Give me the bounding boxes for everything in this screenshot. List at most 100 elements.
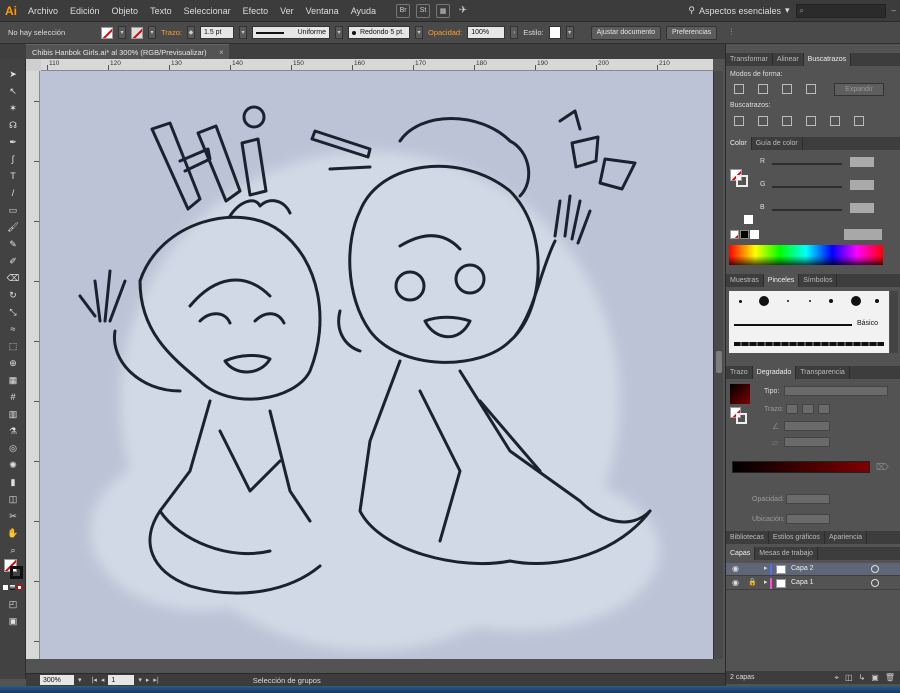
stroke-profile-dropdown-icon[interactable]: ▾ xyxy=(334,26,343,39)
tab-pathfinder[interactable]: Buscatrazos xyxy=(803,53,852,66)
pen-tool-icon[interactable]: ✒ xyxy=(4,135,22,149)
bridge-button[interactable]: Br xyxy=(396,3,411,18)
expand-button[interactable]: Expandir xyxy=(834,83,884,96)
mesh-tool-icon[interactable]: # xyxy=(4,390,22,404)
style-dropdown-icon[interactable]: ▾ xyxy=(565,26,574,39)
search-input[interactable]: ⌕ xyxy=(795,3,886,18)
channel-r-slider[interactable] xyxy=(772,163,842,165)
close-icon[interactable]: × xyxy=(219,45,224,60)
menu-edicion[interactable]: Edición xyxy=(64,0,106,22)
direct-selection-tool-icon[interactable]: ↖ xyxy=(4,84,22,98)
gradient-stroke-btn-2[interactable] xyxy=(802,404,814,414)
lock-icon[interactable]: 🔒 xyxy=(748,578,757,586)
vertical-scroll-thumb[interactable] xyxy=(716,351,722,373)
brush-basic-line[interactable] xyxy=(734,324,852,326)
eraser-tool-icon[interactable]: ⌫ xyxy=(4,271,22,285)
gradient-stroke-swatch[interactable] xyxy=(736,413,747,424)
stroke-swatch[interactable] xyxy=(131,26,143,39)
curvature-tool-icon[interactable]: ∫ xyxy=(4,152,22,166)
line-tool-icon[interactable]: / xyxy=(4,186,22,200)
zoom-tool-icon[interactable]: ⌕ xyxy=(4,543,22,557)
white-swatch[interactable] xyxy=(744,215,753,224)
tab-color-guide[interactable]: Guía de color xyxy=(752,137,803,150)
divide-icon[interactable] xyxy=(734,116,744,126)
column-graph-tool-icon[interactable]: ▮ xyxy=(4,475,22,489)
gradient-stroke-btn-3[interactable] xyxy=(818,404,830,414)
opacity-field[interactable]: 100% xyxy=(467,26,506,39)
opacity-label[interactable]: Opacidad: xyxy=(428,28,462,37)
stroke-swatch-large[interactable] xyxy=(10,566,23,579)
gradient-mode-icon[interactable] xyxy=(10,585,15,590)
last-artboard-icon[interactable]: ▸| xyxy=(153,676,158,684)
tab-gradient[interactable]: Degradado xyxy=(752,366,797,379)
channel-b-field[interactable] xyxy=(850,203,874,213)
stock-button[interactable]: St xyxy=(416,3,431,18)
hand-tool-icon[interactable]: ✋ xyxy=(4,526,22,540)
pencil-tool-icon[interactable]: ✎ xyxy=(4,237,22,251)
arrange-documents-icon[interactable]: ▦ xyxy=(436,3,451,18)
delete-stop-icon[interactable]: ⌦ xyxy=(876,462,889,473)
width-tool-icon[interactable]: ≈ xyxy=(4,322,22,336)
stroke-weight-field[interactable]: 1.5 pt xyxy=(199,26,234,39)
color-stroke-swatch[interactable] xyxy=(736,175,748,187)
tab-layers[interactable]: Capas xyxy=(726,547,756,560)
gradient-slider-bar[interactable] xyxy=(732,461,870,473)
hex-field[interactable] xyxy=(844,229,882,240)
channel-b-slider[interactable] xyxy=(772,209,842,211)
crop-icon[interactable] xyxy=(806,116,816,126)
none-mode-icon[interactable] xyxy=(17,585,22,590)
gradient-type-select[interactable] xyxy=(784,386,888,396)
channel-g-field[interactable] xyxy=(850,180,874,190)
outline-icon[interactable] xyxy=(830,116,840,126)
channel-g-slider[interactable] xyxy=(772,186,842,188)
black-swatch[interactable] xyxy=(740,230,749,239)
layer-name[interactable]: Capa 2 xyxy=(791,565,814,572)
menu-ver[interactable]: Ver xyxy=(274,0,300,22)
menu-texto[interactable]: Texto xyxy=(144,0,178,22)
color-spectrum[interactable] xyxy=(729,245,883,265)
gradient-stroke-btn-1[interactable] xyxy=(786,404,798,414)
screen-mode-icon[interactable]: ▣ xyxy=(4,614,22,628)
workspace-select[interactable]: ⚲ Aspectos esenciales ▾ xyxy=(688,5,789,16)
unite-icon[interactable] xyxy=(734,84,744,94)
zoom-dropdown-icon[interactable]: ▾ xyxy=(78,676,82,684)
eye-icon[interactable]: ◉ xyxy=(732,578,739,587)
tab-artboards[interactable]: Mesas de trabajo xyxy=(755,547,818,560)
disclosure-triangle-icon[interactable]: ▸ xyxy=(764,564,768,572)
opacity-dropdown-icon[interactable]: › xyxy=(510,26,519,39)
brush-dot-5[interactable] xyxy=(829,299,833,303)
clipping-mask-icon[interactable]: ◫ xyxy=(845,673,853,682)
type-tool-icon[interactable]: T xyxy=(4,169,22,183)
stroke-profile-select[interactable]: Uniforme xyxy=(251,26,330,39)
fill-dropdown-icon[interactable]: ▾ xyxy=(118,26,126,39)
tab-libraries[interactable]: Bibliotecas xyxy=(726,531,769,544)
stroke-label[interactable]: Trazo: xyxy=(161,28,182,37)
layer-name[interactable]: Capa 1 xyxy=(791,579,814,586)
tab-brushes[interactable]: Pinceles xyxy=(763,274,800,287)
layer-row-capa-1[interactable]: ◉ 🔒 ▸ Capa 1 xyxy=(726,577,900,590)
locate-object-icon[interactable]: ⌖ xyxy=(835,673,840,683)
slice-tool-icon[interactable]: ✂ xyxy=(4,509,22,523)
new-layer-icon[interactable]: ▣ xyxy=(871,673,879,682)
stroke-dropdown-icon[interactable]: ▾ xyxy=(148,26,156,39)
none-swatch[interactable] xyxy=(730,230,739,239)
layer-target-icon[interactable] xyxy=(871,579,879,587)
rectangle-tool-icon[interactable]: ▭ xyxy=(4,203,22,217)
menu-seleccionar[interactable]: Seleccionar xyxy=(178,0,237,22)
canvas[interactable] xyxy=(40,71,713,659)
stroke-stepper[interactable]: ◆ xyxy=(186,26,195,39)
brush-dot-7[interactable] xyxy=(875,299,879,303)
status-text[interactable]: Selección de grupos xyxy=(253,676,321,685)
disclosure-triangle-icon[interactable]: ▸ xyxy=(764,578,768,586)
minus-back-icon[interactable] xyxy=(854,116,864,126)
preferences-button[interactable]: Preferencias xyxy=(666,25,718,40)
artboard-number-field[interactable]: 1 xyxy=(108,675,135,685)
gradient-tool-icon[interactable]: ▥ xyxy=(4,407,22,421)
next-artboard-icon[interactable]: ▸ xyxy=(146,676,150,684)
tab-align[interactable]: Alinear xyxy=(773,53,804,66)
gpu-performance-icon[interactable]: ✈ xyxy=(456,4,470,18)
gradient-opacity-field[interactable] xyxy=(786,494,830,504)
layer-target-icon[interactable] xyxy=(871,565,879,573)
white-swatch-2[interactable] xyxy=(750,230,759,239)
stroke-weight-dropdown-icon[interactable]: ▾ xyxy=(238,26,247,39)
